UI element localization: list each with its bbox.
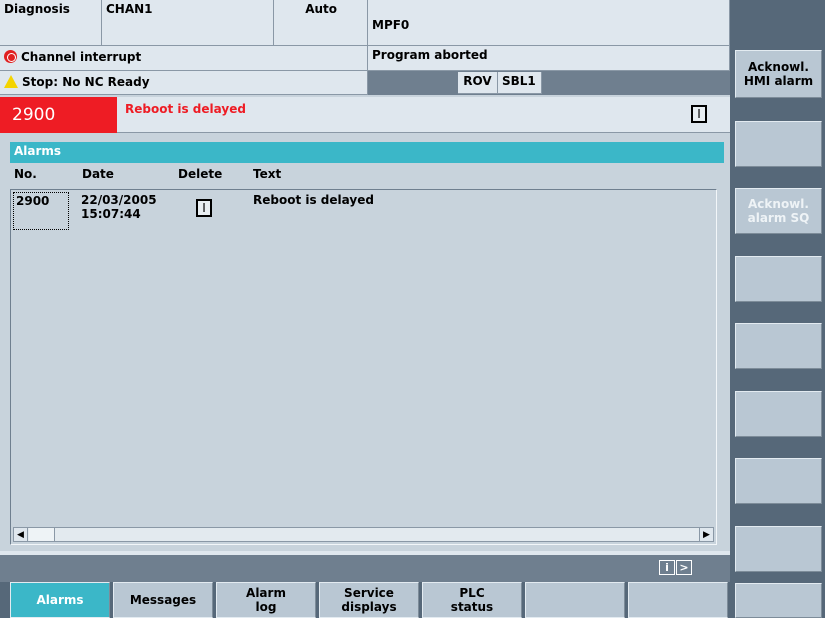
vertical-softkey-bar: Acknowl. HMI alarm Acknowl. alarm SQ <box>730 0 825 618</box>
tab-6[interactable] <box>525 582 625 618</box>
alarm-delete-key-label: I <box>202 201 206 215</box>
softkey-4[interactable] <box>735 256 822 302</box>
tab-7[interactable] <box>628 582 728 618</box>
flag-rov: ROV <box>458 72 498 94</box>
channel-status-text: Channel interrupt <box>21 50 142 64</box>
tab-plc-status[interactable]: PLC status <box>422 582 522 618</box>
stop-status: Stop: No NC Ready <box>0 71 368 95</box>
channel-status: Channel interrupt <box>0 46 368 71</box>
mode: Auto <box>274 0 368 46</box>
tab-label: Messages <box>129 593 197 607</box>
softkey-acknowledge-hmi-alarm[interactable]: Acknowl. HMI alarm <box>735 50 822 98</box>
column-header-no: No. <box>14 167 37 181</box>
column-header-delete: Delete <box>178 167 223 181</box>
stop-status-text: Stop: No NC Ready <box>22 75 150 89</box>
channel-label: CHAN1 <box>106 2 153 16</box>
tab-alarms[interactable]: Alarms <box>10 582 110 618</box>
softkey-7[interactable] <box>735 458 822 504</box>
scroll-left-icon[interactable]: ◀ <box>14 528 28 541</box>
tab-label: Alarm log <box>246 586 286 614</box>
softkey-6[interactable] <box>735 391 822 437</box>
next-icon-label: > <box>679 561 689 574</box>
table-row[interactable]: 2900 22/03/2005 15:07:44 I Reboot is del… <box>11 190 716 232</box>
tab-label: PLC status <box>450 586 494 614</box>
flag-sbl1: SBL1 <box>498 72 542 94</box>
tab-alarm-log[interactable]: Alarm log <box>216 582 316 618</box>
scroll-thumb[interactable] <box>29 528 55 541</box>
operating-area: Diagnosis <box>0 0 102 46</box>
alarm-row-number[interactable]: 2900 <box>13 192 69 230</box>
softkey-label: Acknowl. alarm SQ <box>747 197 810 225</box>
mode-label: Auto <box>305 2 337 16</box>
alarm-row-text: Reboot is delayed <box>253 193 374 207</box>
softkey-5[interactable] <box>735 323 822 369</box>
program-status-text: Program aborted <box>372 48 488 62</box>
stop-icon <box>4 50 17 63</box>
flags-bar: ROV SBL1 <box>368 71 730 95</box>
softkey-8[interactable] <box>735 526 822 572</box>
header: Diagnosis CHAN1 Auto MPF0 Channel interr… <box>0 0 730 95</box>
tab-label: Alarms <box>36 593 84 607</box>
alarm-list-title: Alarms <box>10 142 724 163</box>
scroll-right-icon[interactable]: ▶ <box>699 528 713 541</box>
tab-messages[interactable]: Messages <box>113 582 213 618</box>
active-alarm-text: Reboot is delayed <box>125 102 246 116</box>
alarm-row-date: 22/03/2005 <box>81 193 157 207</box>
program-status: Program aborted <box>368 46 730 71</box>
tab-label: Service displays <box>341 586 397 614</box>
softkey-acknowledge-alarm-sq[interactable]: Acknowl. alarm SQ <box>735 188 822 234</box>
info-icon[interactable]: i <box>659 560 675 575</box>
column-header-text: Text <box>253 167 282 181</box>
active-alarm-number: 2900 <box>0 97 117 133</box>
alarm-delete-key-icon: I <box>196 199 212 217</box>
column-header-date: Date <box>82 167 114 181</box>
softkey-label: Acknowl. HMI alarm <box>743 60 814 88</box>
alarm-list-title-text: Alarms <box>14 144 62 158</box>
next-icon[interactable]: > <box>676 560 692 575</box>
alarm-cancel-key-label: I <box>697 107 701 121</box>
alarm-list[interactable]: 2900 22/03/2005 15:07:44 I Reboot is del… <box>10 189 717 545</box>
alarm-row-number-text: 2900 <box>16 194 50 208</box>
warning-icon <box>4 75 18 88</box>
status-line: i > <box>0 555 730 582</box>
alarm-row-time: 15:07:44 <box>81 207 141 221</box>
alarm-cancel-key-icon: I <box>691 105 707 123</box>
active-alarm-line: Reboot is delayed I <box>117 97 730 133</box>
horizontal-scrollbar[interactable]: ◀ ▶ <box>13 527 714 542</box>
channel-name: CHAN1 <box>102 0 274 46</box>
softkey-recall[interactable] <box>735 583 822 618</box>
flag-sbl1-label: SBL1 <box>502 74 536 88</box>
info-icon-label: i <box>665 561 669 574</box>
program-label: MPF0 <box>372 18 410 32</box>
program-name: MPF0 <box>368 0 730 46</box>
active-alarm-number-text: 2900 <box>12 105 56 125</box>
alarm-list-panel: Alarms No. Date Delete Text 2900 22/03/2… <box>0 133 730 551</box>
flag-rov-label: ROV <box>463 74 492 88</box>
softkey-2[interactable] <box>735 121 822 167</box>
tab-service-displays[interactable]: Service displays <box>319 582 419 618</box>
operating-area-label: Diagnosis <box>4 2 70 16</box>
